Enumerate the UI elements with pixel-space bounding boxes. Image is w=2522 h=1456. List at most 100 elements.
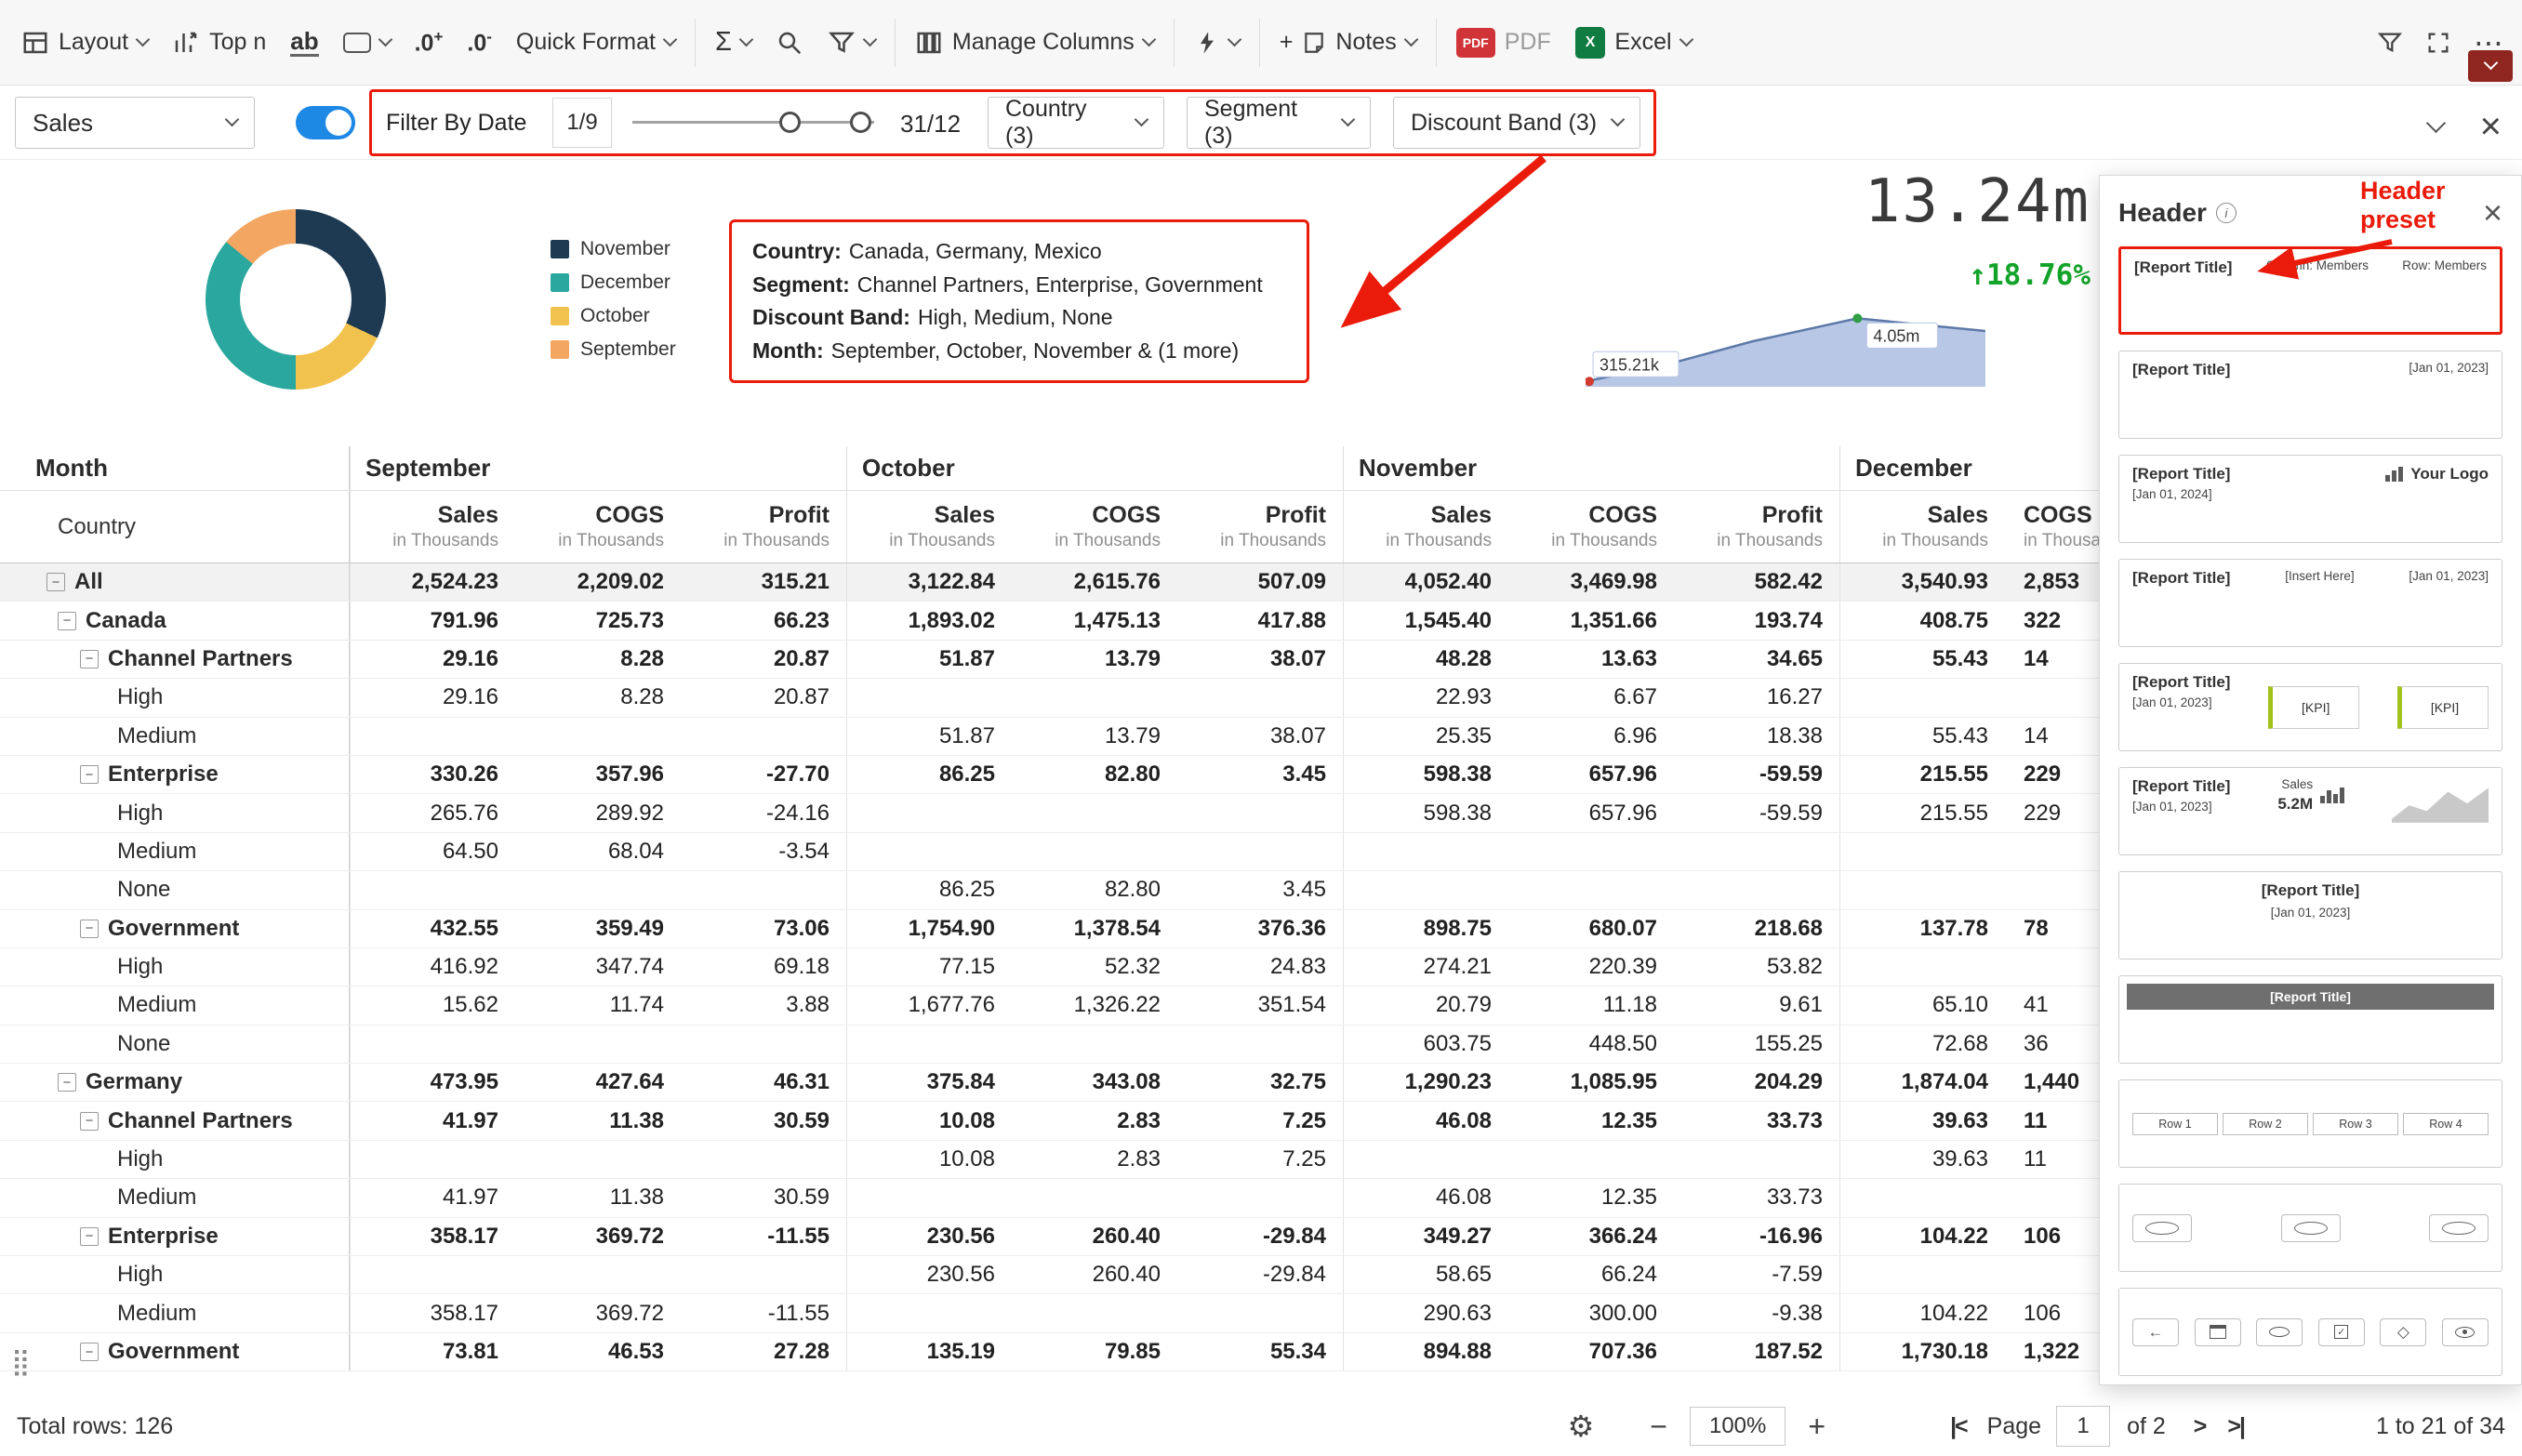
- value-cell[interactable]: 12.35: [1508, 1179, 1674, 1216]
- value-cell[interactable]: 77.15: [846, 948, 1012, 986]
- value-cell[interactable]: [1012, 1026, 1177, 1063]
- value-cell[interactable]: -27.70: [681, 756, 846, 793]
- slider-handle-start[interactable]: [779, 112, 801, 133]
- value-cell[interactable]: 2,524.23: [350, 563, 515, 601]
- value-cell[interactable]: 22.93: [1343, 679, 1508, 716]
- value-cell[interactable]: 64.50: [350, 833, 515, 870]
- value-cell[interactable]: 13.79: [1012, 718, 1177, 755]
- value-cell[interactable]: [1508, 1141, 1674, 1178]
- value-cell[interactable]: 3,122.84: [846, 563, 1012, 601]
- value-cell[interactable]: [846, 833, 1012, 870]
- value-cell[interactable]: [1674, 833, 1839, 870]
- value-cell[interactable]: 39.63: [1839, 1141, 2005, 1178]
- row-label-cell[interactable]: −Canada: [0, 602, 350, 639]
- value-cell[interactable]: [1177, 833, 1343, 870]
- value-cell[interactable]: 2.83: [1012, 1102, 1177, 1139]
- preset-card-title-kpi[interactable]: [Report Title] [Jan 01, 2023] [KPI] [KPI…: [2118, 663, 2502, 751]
- value-cell[interactable]: [1839, 1256, 2005, 1293]
- zoom-in-button[interactable]: +: [1808, 1410, 1825, 1444]
- collapse-toggle[interactable]: −: [80, 920, 99, 938]
- value-cell[interactable]: 1,378.54: [1012, 910, 1177, 947]
- row-label-cell[interactable]: −Enterprise: [0, 1218, 350, 1255]
- layout-button[interactable]: Layout: [21, 29, 148, 57]
- value-cell[interactable]: 1,874.04: [1839, 1064, 2005, 1101]
- value-cell[interactable]: -3.54: [681, 833, 846, 870]
- value-cell[interactable]: 1,290.23: [1343, 1064, 1508, 1101]
- filter-toggle[interactable]: [296, 106, 355, 139]
- pdf-export-button[interactable]: PDF PDF: [1456, 28, 1551, 58]
- value-cell[interactable]: 432.55: [350, 910, 515, 947]
- next-page-button[interactable]: >: [2194, 1413, 2206, 1440]
- value-cell[interactable]: 79.85: [1012, 1333, 1177, 1370]
- value-cell[interactable]: [1839, 679, 2005, 716]
- value-cell[interactable]: 11.18: [1508, 986, 1674, 1024]
- value-cell[interactable]: 11.38: [515, 1102, 681, 1139]
- country-corner-cell[interactable]: Country: [0, 491, 350, 563]
- preset-card-title-metric-spark[interactable]: [Report Title] [Jan 01, 2023] Sales 5.2M: [2118, 767, 2502, 855]
- value-cell[interactable]: 4,052.40: [1343, 563, 1508, 601]
- collapse-toggle[interactable]: −: [80, 1343, 99, 1361]
- value-cell[interactable]: 230.56: [846, 1256, 1012, 1293]
- value-cell[interactable]: 10.08: [846, 1141, 1012, 1178]
- value-cell[interactable]: -11.55: [681, 1294, 846, 1331]
- value-cell[interactable]: [515, 718, 681, 755]
- value-cell[interactable]: 33.73: [1674, 1102, 1839, 1139]
- value-cell[interactable]: -29.84: [1177, 1218, 1343, 1255]
- value-cell[interactable]: [846, 1026, 1012, 1063]
- value-cell[interactable]: 29.16: [350, 641, 515, 678]
- value-cell[interactable]: 135.19: [846, 1333, 1012, 1370]
- value-cell[interactable]: 215.55: [1839, 756, 2005, 793]
- value-cell[interactable]: 12.35: [1508, 1102, 1674, 1139]
- value-cell[interactable]: 417.88: [1177, 602, 1343, 639]
- value-cell[interactable]: 408.75: [1839, 602, 2005, 639]
- value-cell[interactable]: 358.17: [350, 1294, 515, 1331]
- first-page-button[interactable]: |<: [1950, 1413, 1967, 1440]
- row-label-cell[interactable]: High: [0, 679, 350, 716]
- value-cell[interactable]: 58.65: [1343, 1256, 1508, 1293]
- slider-handle-end[interactable]: [850, 112, 871, 133]
- value-cell[interactable]: 416.92: [350, 948, 515, 986]
- preset-card-title-date[interactable]: [Report Title] [Jan 01, 2023]: [2118, 351, 2502, 439]
- value-cell[interactable]: 359.49: [515, 910, 681, 947]
- value-cell[interactable]: -16.96: [1674, 1218, 1839, 1255]
- value-cell[interactable]: 220.39: [1508, 948, 1674, 986]
- value-cell[interactable]: 11.74: [515, 986, 681, 1024]
- value-cell[interactable]: [1508, 833, 1674, 870]
- value-cell[interactable]: 66.23: [681, 602, 846, 639]
- value-cell[interactable]: [1012, 794, 1177, 831]
- value-cell[interactable]: -59.59: [1674, 794, 1839, 831]
- value-cell[interactable]: 448.50: [1508, 1026, 1674, 1063]
- value-cell[interactable]: [1839, 1179, 2005, 1216]
- value-cell[interactable]: 41.97: [350, 1179, 515, 1216]
- row-label-cell[interactable]: −Government: [0, 910, 350, 947]
- value-cell[interactable]: [350, 1256, 515, 1293]
- close-icon[interactable]: ×: [2480, 108, 2502, 145]
- value-cell[interactable]: [1012, 1179, 1177, 1216]
- value-cell[interactable]: [1839, 871, 2005, 908]
- value-cell[interactable]: 657.96: [1508, 756, 1674, 793]
- value-cell[interactable]: [350, 1141, 515, 1178]
- text-format-button[interactable]: ab: [290, 28, 318, 58]
- value-cell[interactable]: [1177, 1294, 1343, 1331]
- value-cell[interactable]: 343.08: [1012, 1064, 1177, 1101]
- value-cell[interactable]: 366.24: [1508, 1218, 1674, 1255]
- legend-item[interactable]: September: [551, 338, 676, 361]
- collapse-toggle[interactable]: −: [80, 765, 99, 784]
- value-cell[interactable]: 349.27: [1343, 1218, 1508, 1255]
- value-cell[interactable]: 603.75: [1343, 1026, 1508, 1063]
- value-cell[interactable]: 2,615.76: [1012, 563, 1177, 601]
- row-label-cell[interactable]: High: [0, 1256, 350, 1293]
- row-label-cell[interactable]: Medium: [0, 833, 350, 870]
- value-cell[interactable]: 69.18: [681, 948, 846, 986]
- value-cell[interactable]: 300.00: [1508, 1294, 1674, 1331]
- filter-menu-button[interactable]: [828, 29, 875, 57]
- value-cell[interactable]: 52.32: [1012, 948, 1177, 986]
- value-cell[interactable]: 73.81: [350, 1333, 515, 1370]
- value-cell[interactable]: 82.80: [1012, 871, 1177, 908]
- value-cell[interactable]: 375.84: [846, 1064, 1012, 1101]
- value-cell[interactable]: [846, 679, 1012, 716]
- value-cell[interactable]: 898.75: [1343, 910, 1508, 947]
- row-label-cell[interactable]: Medium: [0, 1294, 350, 1331]
- value-cell[interactable]: 598.38: [1343, 794, 1508, 831]
- value-cell[interactable]: 7.25: [1177, 1102, 1343, 1139]
